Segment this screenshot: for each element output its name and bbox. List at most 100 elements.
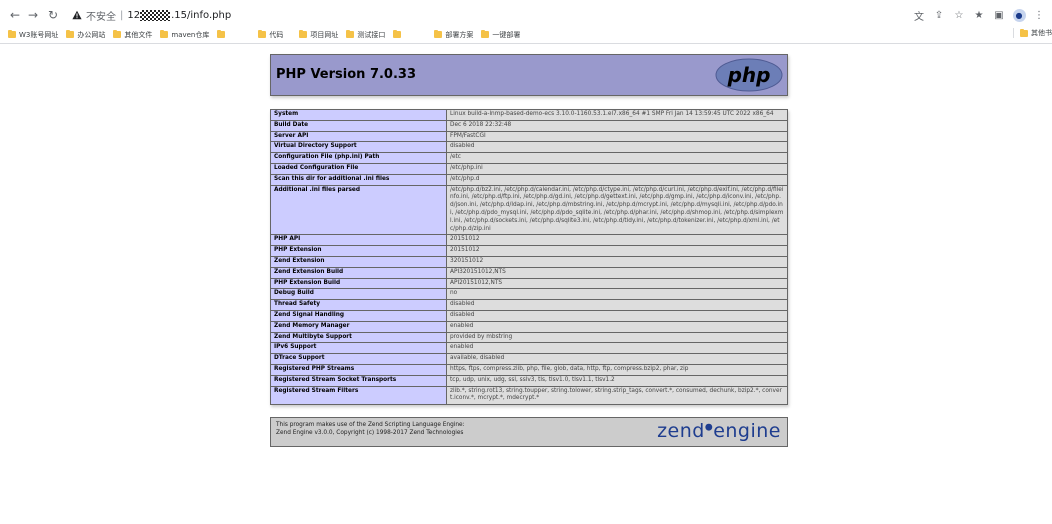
row-value: /etc xyxy=(446,152,788,164)
row-value: available, disabled xyxy=(446,353,788,365)
bookmark-item[interactable] xyxy=(393,28,426,41)
bookmark-item[interactable]: 其他文件 xyxy=(113,28,152,41)
table-row: Build Date Dec 6 2018 22:32:48 xyxy=(270,119,788,132)
row-key: Zend Signal Handling xyxy=(270,309,447,322)
profile-avatar: ● xyxy=(1012,8,1026,22)
php-logo[interactable]: php xyxy=(715,58,783,92)
folder-icon xyxy=(217,30,226,38)
table-row: Zend Signal Handling disabled xyxy=(270,309,788,322)
row-key: Virtual Directory Support xyxy=(270,141,447,154)
insecure-label: 不安全 xyxy=(86,11,116,23)
bookmark-label: 部署方案 xyxy=(445,30,474,39)
zend-credit-line-1: This program makes use of the Zend Scrip… xyxy=(276,422,465,429)
table-row: PHP Extension Build API20151012,NTS xyxy=(270,277,788,290)
table-row: Thread Safety disabled xyxy=(270,299,788,311)
row-value: Dec 6 2018 22:32:48 xyxy=(446,119,788,132)
zend-engine-logo[interactable]: zend●engine xyxy=(657,420,781,442)
row-value: 20151012 xyxy=(446,234,788,247)
table-row: Debug Build no xyxy=(270,288,788,301)
row-value: 320151012 xyxy=(446,255,788,268)
table-row: IPv6 Support enabled xyxy=(270,342,788,355)
bookmark-label: 一键部署 xyxy=(492,30,521,39)
table-row: PHP Extension 20151012 xyxy=(270,245,788,257)
bookmark-item[interactable]: maven仓库 xyxy=(160,28,209,41)
row-value: no xyxy=(446,288,788,301)
star-icon[interactable]: ☆ xyxy=(950,6,968,24)
profile-button[interactable]: ● xyxy=(1010,6,1028,24)
bookmark-item[interactable]: 项目网址 xyxy=(299,28,338,41)
bookmark-item[interactable] xyxy=(217,28,250,41)
folder-icon xyxy=(299,30,308,38)
row-value: zlib.*, string.rot13, string.toupper, st… xyxy=(446,385,788,406)
row-value: enabled xyxy=(446,320,788,333)
table-row: PHP API 20151012 xyxy=(270,234,788,247)
row-value: enabled xyxy=(446,342,788,355)
row-key: Scan this dir for additional .ini files xyxy=(270,173,447,186)
reload-button[interactable]: ↻ xyxy=(44,6,62,24)
extensions-icon[interactable]: ★ xyxy=(970,6,988,24)
row-key: Debug Build xyxy=(270,288,447,301)
row-key: Zend Extension Build xyxy=(270,266,447,279)
row-value: disabled xyxy=(446,309,788,322)
row-key: DTrace Support xyxy=(270,353,447,365)
folder-icon xyxy=(1020,28,1028,37)
bookmark-item[interactable]: 测试接口 xyxy=(346,28,385,41)
row-key: PHP API xyxy=(270,234,447,247)
bookmark-label: 其他文件 xyxy=(124,30,153,39)
table-row: Additional .ini files parsed/etc/php.d/b… xyxy=(270,184,788,236)
url-host-prefix: 12 xyxy=(127,9,141,21)
folder-icon xyxy=(8,30,16,38)
folder-icon xyxy=(113,30,122,38)
page-content: PHP Version 7.0.33 php System Linux build… xyxy=(0,44,1052,502)
sidepanel-icon[interactable]: ▣ xyxy=(990,6,1008,24)
row-value: FPM/FastCGI xyxy=(446,130,788,143)
table-row: Virtual Directory Support disabled xyxy=(270,141,788,154)
bookmark-label: 项目网址 xyxy=(310,30,339,39)
table-row: Configuration File (php.ini) Path/etc xyxy=(270,152,788,164)
forward-button[interactable]: → xyxy=(24,6,42,24)
table-row: System Linux build-a-lnmp-based-demo-ecs … xyxy=(270,109,788,121)
row-key: Configuration File (php.ini) Path xyxy=(270,152,447,164)
row-key: IPv6 Support xyxy=(270,342,447,355)
bookmark-item[interactable]: 代码 xyxy=(258,28,291,41)
folder-icon xyxy=(258,30,267,38)
folder-icon xyxy=(481,30,490,38)
zend-engine-box: This program makes use of the Zend Scrip… xyxy=(270,417,788,448)
folder-icon xyxy=(160,30,169,38)
address-separator: | xyxy=(120,9,124,21)
row-key: Registered Stream Filters xyxy=(270,385,447,406)
menu-icon[interactable]: ⋮ xyxy=(1030,6,1048,24)
bookmarks-bar: W3账号网址 办公网站 其他文件 maven仓库 代码 项目网址 测试接口 部署方案 一键部署 … xyxy=(0,26,1052,44)
back-button[interactable]: ← xyxy=(6,6,24,24)
address-bar[interactable]: 不安全 | 12 .15/info.php xyxy=(66,6,892,24)
bookmark-item[interactable]: 一键部署 xyxy=(481,28,520,41)
translate-icon[interactable]: 文 xyxy=(910,6,928,24)
bookmark-item[interactable]: 办公网站 xyxy=(66,28,105,41)
bookmark-other[interactable]: 其他书 xyxy=(1013,28,1052,38)
reload-icon: ↻ xyxy=(47,8,59,22)
table-row: Registered Stream Filters zlib.*, string.… xyxy=(270,385,788,406)
row-value: /etc/php.d/bz2.ini, /etc/php.d/calendar.… xyxy=(446,184,788,236)
folder-icon xyxy=(66,30,75,38)
php-version-title: PHP Version 7.0.33 xyxy=(276,67,417,82)
table-row: Registered PHP Streams https, ftps, compr… xyxy=(270,363,788,376)
row-value: API20151012,NTS xyxy=(446,277,788,290)
zend-logo-dot-icon: ● xyxy=(704,422,714,433)
zend-logo-word-2: engine xyxy=(713,420,781,443)
table-row: Loaded Configuration File/etc/php.ini xyxy=(270,162,788,175)
row-key: Build Date xyxy=(270,119,447,132)
row-key: Registered PHP Streams xyxy=(270,363,447,376)
bookmark-item[interactable]: 部署方案 xyxy=(434,28,473,41)
row-value: Linux build-a-lnmp-based-demo-ecs 3.10.0… xyxy=(446,109,788,121)
folder-icon xyxy=(393,30,402,38)
table-row: Zend Memory Manager enabled xyxy=(270,320,788,333)
url-host-suffix: .15/info.php xyxy=(171,9,232,21)
row-key: Server API xyxy=(270,130,447,143)
row-key: Zend Extension xyxy=(270,255,447,268)
phpinfo-center: PHP Version 7.0.33 php System Linux build… xyxy=(270,54,788,448)
php-version-header: PHP Version 7.0.33 php xyxy=(270,54,788,96)
row-value: 20151012 xyxy=(446,245,788,257)
bookmark-item[interactable]: W3账号网址 xyxy=(8,28,58,41)
share-icon[interactable]: ⇪ xyxy=(930,6,948,24)
browser-toolbar: ← → ↻ 不安全 | 12 .15/info.php 文 ⇪ ☆ ★ ▣ ● … xyxy=(0,4,1052,26)
